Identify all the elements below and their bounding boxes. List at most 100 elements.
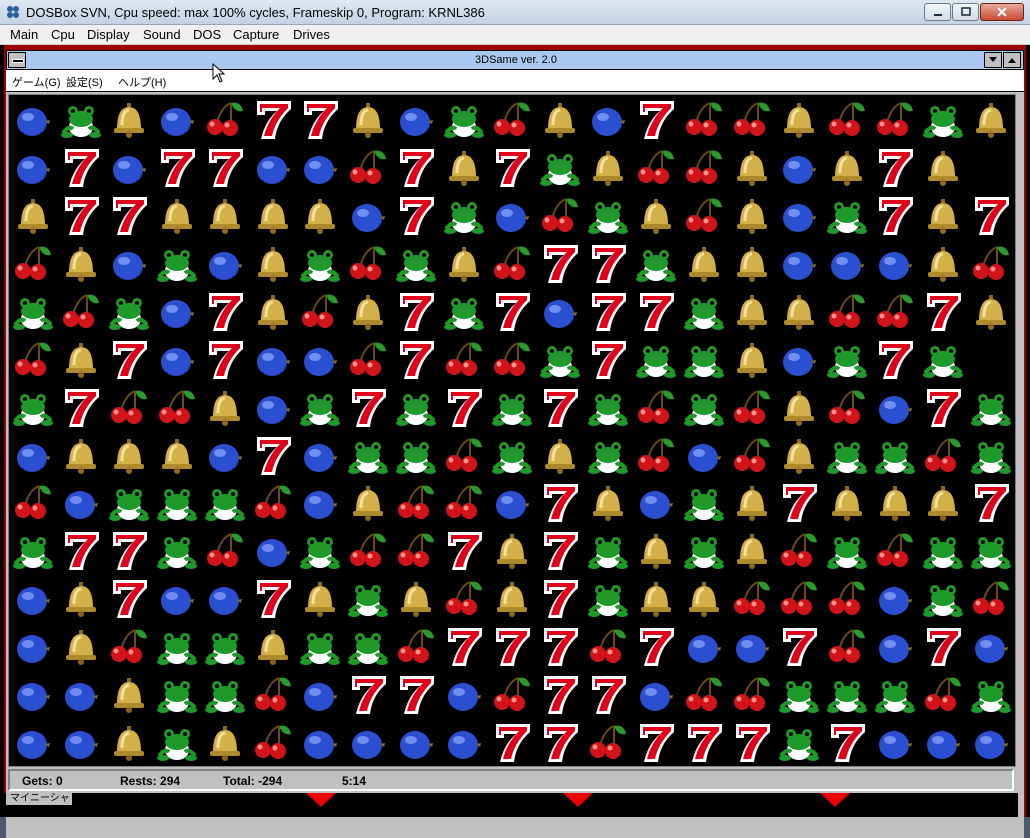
tile-seven[interactable] bbox=[632, 718, 680, 766]
tile-cherry[interactable] bbox=[728, 670, 776, 718]
tile-seven[interactable] bbox=[871, 143, 919, 191]
tile-cherry[interactable] bbox=[871, 95, 919, 143]
tile-blueberry[interactable] bbox=[296, 670, 344, 718]
tile-seven[interactable] bbox=[249, 431, 297, 479]
tile-blueberry[interactable] bbox=[584, 95, 632, 143]
menu-main[interactable]: Main bbox=[10, 27, 38, 42]
tile-seven[interactable] bbox=[584, 287, 632, 335]
tile-seven[interactable] bbox=[488, 287, 536, 335]
tile-bell[interactable] bbox=[967, 287, 1015, 335]
tile-seven[interactable] bbox=[536, 718, 584, 766]
tile-seven[interactable] bbox=[536, 526, 584, 574]
tile-blueberry[interactable] bbox=[344, 718, 392, 766]
tile-blueberry[interactable] bbox=[249, 335, 297, 383]
tile-frog[interactable] bbox=[823, 670, 871, 718]
tile-cherry[interactable] bbox=[392, 622, 440, 670]
tile-blueberry[interactable] bbox=[201, 574, 249, 622]
tile-cherry[interactable] bbox=[680, 191, 728, 239]
tile-frog[interactable] bbox=[775, 718, 823, 766]
tile-seven[interactable] bbox=[488, 622, 536, 670]
tile-seven[interactable] bbox=[632, 622, 680, 670]
tile-frog[interactable] bbox=[919, 95, 967, 143]
tile-cherry[interactable] bbox=[823, 574, 871, 622]
tile-cherry[interactable] bbox=[919, 670, 967, 718]
tile-frog[interactable] bbox=[823, 431, 871, 479]
tile-seven[interactable] bbox=[392, 191, 440, 239]
tile-seven[interactable] bbox=[967, 191, 1015, 239]
tile-frog[interactable] bbox=[584, 191, 632, 239]
tile-frog[interactable] bbox=[871, 670, 919, 718]
tile-frog[interactable] bbox=[440, 191, 488, 239]
tile-blueberry[interactable] bbox=[775, 143, 823, 191]
tile-frog[interactable] bbox=[632, 239, 680, 287]
tile-seven[interactable] bbox=[201, 335, 249, 383]
tile-cherry[interactable] bbox=[680, 670, 728, 718]
tile-bell[interactable] bbox=[919, 143, 967, 191]
tile-seven[interactable] bbox=[728, 718, 776, 766]
tile-bell[interactable] bbox=[57, 574, 105, 622]
menu-game[interactable]: ゲーム(G) bbox=[12, 74, 61, 90]
tile-cherry[interactable] bbox=[440, 478, 488, 526]
tile-frog[interactable] bbox=[9, 383, 57, 431]
tile-bell[interactable] bbox=[488, 526, 536, 574]
tile-seven[interactable] bbox=[775, 478, 823, 526]
tile-bell[interactable] bbox=[57, 622, 105, 670]
tile-seven[interactable] bbox=[632, 95, 680, 143]
tile-blueberry[interactable] bbox=[919, 718, 967, 766]
tile-frog[interactable] bbox=[201, 670, 249, 718]
tile-cherry[interactable] bbox=[9, 335, 57, 383]
tile-blueberry[interactable] bbox=[153, 574, 201, 622]
tile-seven[interactable] bbox=[440, 622, 488, 670]
tile-cherry[interactable] bbox=[57, 287, 105, 335]
tile-blueberry[interactable] bbox=[249, 143, 297, 191]
tile-frog[interactable] bbox=[680, 383, 728, 431]
tile-cherry[interactable] bbox=[249, 670, 297, 718]
tile-frog[interactable] bbox=[440, 95, 488, 143]
tile-seven[interactable] bbox=[201, 143, 249, 191]
tile-blueberry[interactable] bbox=[9, 431, 57, 479]
tile-frog[interactable] bbox=[440, 287, 488, 335]
tile-cherry[interactable] bbox=[584, 622, 632, 670]
tile-frog[interactable] bbox=[584, 526, 632, 574]
tile-bell[interactable] bbox=[249, 191, 297, 239]
tile-frog[interactable] bbox=[919, 574, 967, 622]
tile-cherry[interactable] bbox=[488, 239, 536, 287]
tile-bell[interactable] bbox=[57, 239, 105, 287]
tile-bell[interactable] bbox=[105, 431, 153, 479]
tile-bell[interactable] bbox=[632, 526, 680, 574]
tile-seven[interactable] bbox=[105, 526, 153, 574]
tile-frog[interactable] bbox=[584, 383, 632, 431]
tile-blueberry[interactable] bbox=[105, 143, 153, 191]
tile-cherry[interactable] bbox=[440, 335, 488, 383]
tile-bell[interactable] bbox=[728, 478, 776, 526]
tile-bell[interactable] bbox=[632, 191, 680, 239]
tile-bell[interactable] bbox=[201, 718, 249, 766]
tile-seven[interactable] bbox=[105, 335, 153, 383]
tile-cherry[interactable] bbox=[632, 431, 680, 479]
minimize-button[interactable] bbox=[924, 3, 951, 21]
tile-frog[interactable] bbox=[296, 622, 344, 670]
tile-frog[interactable] bbox=[536, 143, 584, 191]
tile-blueberry[interactable] bbox=[296, 143, 344, 191]
tile-seven[interactable] bbox=[871, 335, 919, 383]
tile-blueberry[interactable] bbox=[153, 335, 201, 383]
tile-bell[interactable] bbox=[153, 431, 201, 479]
maximize-button[interactable] bbox=[952, 3, 979, 21]
tile-frog[interactable] bbox=[967, 383, 1015, 431]
tile-seven[interactable] bbox=[632, 287, 680, 335]
tile-frog[interactable] bbox=[392, 239, 440, 287]
tile-frog[interactable] bbox=[201, 478, 249, 526]
tile-blueberry[interactable] bbox=[871, 718, 919, 766]
tile-blueberry[interactable] bbox=[440, 718, 488, 766]
tile-frog[interactable] bbox=[153, 718, 201, 766]
tile-bell[interactable] bbox=[632, 574, 680, 622]
tile-blueberry[interactable] bbox=[9, 670, 57, 718]
tile-bell[interactable] bbox=[105, 718, 153, 766]
tile-bell[interactable] bbox=[775, 431, 823, 479]
tile-frog[interactable] bbox=[584, 431, 632, 479]
tile-frog[interactable] bbox=[9, 287, 57, 335]
tile-bell[interactable] bbox=[105, 670, 153, 718]
tile-frog[interactable] bbox=[344, 622, 392, 670]
tile-seven[interactable] bbox=[57, 526, 105, 574]
tile-blueberry[interactable] bbox=[680, 431, 728, 479]
